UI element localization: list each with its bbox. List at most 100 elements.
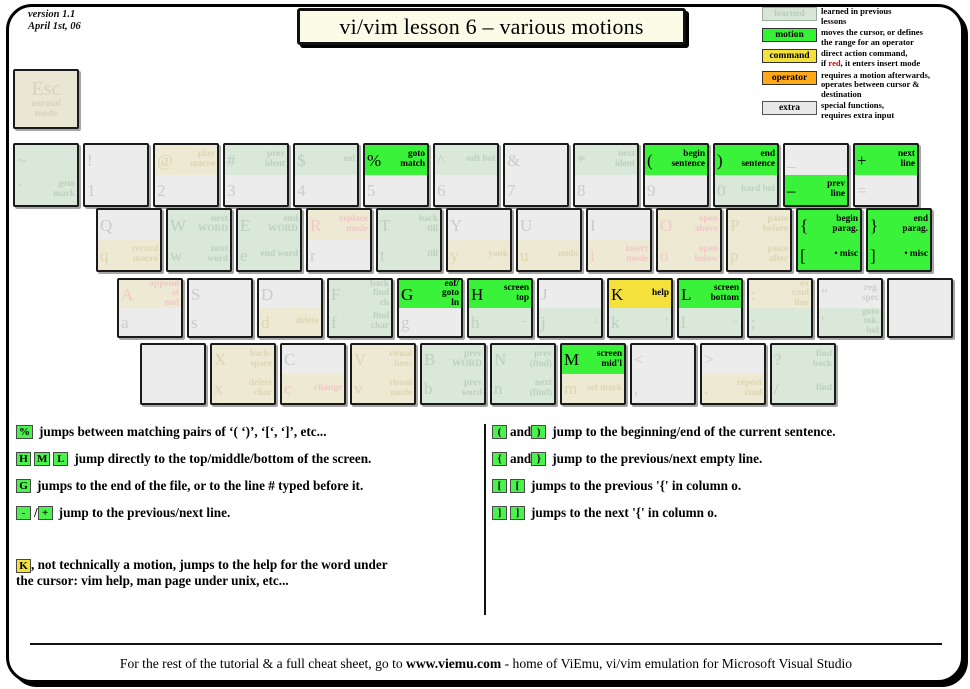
key-gt-upper: >	[702, 345, 764, 374]
key-c-lower: c change	[282, 374, 344, 403]
key-label: find char	[370, 311, 389, 331]
key-t[interactable]: Tback till t till	[376, 208, 442, 272]
key-x[interactable]: Xback-space x delete char	[210, 343, 276, 405]
key-b-lower: b prev word	[422, 374, 484, 403]
key-m[interactable]: Mscreen mid'l m set mark	[560, 343, 626, 405]
explanation-text: jumps between matching pairs of ‘( ‘)’, …	[39, 424, 327, 439]
key-dollar-lower: 4	[295, 175, 357, 205]
key-caret[interactable]: ^ soft bol 6	[433, 143, 499, 207]
key-label: set mark	[587, 382, 622, 393]
key-n[interactable]: Nprev (find) n next (find)	[490, 343, 556, 405]
key-label: end sentence	[741, 149, 775, 169]
key-label: prev line	[827, 179, 845, 199]
key-label: • misc	[834, 249, 858, 260]
key-excl[interactable]: ! 1	[83, 143, 149, 207]
key-percent[interactable]: % goto match 5	[363, 143, 429, 207]
key-dquote[interactable]: " reg. spec ' goto mk. bol	[817, 278, 883, 338]
key-dollar[interactable]: $ eol 4	[293, 143, 359, 207]
key-f[interactable]: Fback find ch f find char	[327, 278, 393, 338]
key-at[interactable]: @ play macro 2	[153, 143, 219, 207]
key-colon[interactable]: : ex cmd line;	[747, 278, 813, 338]
explanation-key-chip: [	[510, 479, 525, 493]
key-gt[interactable]: > . repeat cmd	[700, 343, 766, 405]
key-x-lower: ` goto mark	[15, 175, 77, 205]
key-rparen[interactable]: ) end sentence 0 hard bol	[713, 143, 779, 207]
key-a[interactable]: Aappend at end a	[117, 278, 183, 338]
explanation-text: jump to the beginning/end of the current…	[552, 424, 836, 439]
key-m-upper: Mscreen mid'l	[562, 345, 624, 374]
key-label: paste before	[762, 214, 788, 234]
key-glyph: +	[857, 150, 867, 170]
key-caret-upper: ^ soft bol	[435, 145, 497, 175]
key-rbrace[interactable]: } end parag.] • misc	[866, 208, 932, 272]
key-x-upper: ~	[15, 145, 77, 175]
key-glyph: {	[800, 215, 809, 235]
key-lt[interactable]: <,	[630, 343, 696, 405]
key-label: open above	[694, 214, 718, 234]
key-k[interactable]: Khelp k ↑	[607, 278, 673, 338]
key-lbrace[interactable]: {begin parag. [• misc	[796, 208, 862, 272]
key-star[interactable]: * next ident 8	[573, 143, 639, 207]
key-e-lower: e end word	[238, 240, 300, 270]
key-label: back till	[418, 214, 438, 234]
key-blank[interactable]	[140, 343, 206, 405]
key-glyph: a	[121, 312, 129, 332]
key-label: eof/goto ln	[441, 278, 459, 308]
key-blank[interactable]	[887, 278, 953, 338]
explanation-text: jump to the previous/next line.	[58, 505, 231, 520]
key-l[interactable]: Lscreen bottom l →	[677, 278, 743, 338]
key-glyph: r	[310, 245, 316, 265]
key-blank-lower	[889, 308, 951, 336]
key-glyph: j	[541, 312, 546, 332]
key-p-lower: p paste after	[728, 240, 790, 270]
key-glyph: f	[331, 312, 337, 332]
key-r-lower: r	[308, 240, 370, 270]
key-u[interactable]: Uu undo	[516, 208, 582, 272]
key-d[interactable]: Dd delete	[257, 278, 323, 338]
key-e[interactable]: Eend WORD e end word	[236, 208, 302, 272]
key-i[interactable]: Ii insert mode	[586, 208, 652, 272]
key-c[interactable]: Cc change	[280, 343, 346, 405]
key-p[interactable]: Ppaste before p paste after	[726, 208, 792, 272]
explanation-key-chip: H	[16, 452, 31, 466]
key-glyph: 1	[87, 180, 96, 200]
key-glyph: L	[681, 284, 692, 304]
key-p-upper: Ppaste before	[728, 210, 790, 240]
key-plus-lower: =	[855, 175, 917, 205]
key-lparen-lower: 9	[645, 175, 707, 205]
cheatsheet-page: version 1.1 April 1st, 06 vi/vim lesson …	[0, 0, 970, 689]
key-g[interactable]: Geof/goto ln g	[397, 278, 463, 338]
key-o[interactable]: Oopen above o open below	[656, 208, 722, 272]
key-label: end word	[260, 249, 298, 260]
key-glyph: 6	[437, 180, 446, 200]
key-b[interactable]: Bprev WORD b prev word	[420, 343, 486, 405]
key-k-upper: Khelp	[609, 280, 671, 308]
key-x[interactable]: ~ ` goto mark	[13, 143, 79, 207]
key-glyph: I	[590, 215, 596, 235]
key-w[interactable]: Wnext WORD w next word	[166, 208, 232, 272]
key-s[interactable]: Ss	[187, 278, 253, 338]
key-y[interactable]: Yy yank	[446, 208, 512, 272]
key-amp[interactable]: & 7	[503, 143, 569, 207]
key-r[interactable]: Rreplace mode r	[306, 208, 372, 272]
explanation-connector: and	[510, 424, 532, 439]
key-glyph: q	[100, 245, 109, 265]
key-lparen-upper: (begin sentence	[645, 145, 707, 175]
key-lparen[interactable]: (begin sentence 9	[643, 143, 709, 207]
key-glyph: y	[450, 245, 459, 265]
key-t-lower: t till	[378, 240, 440, 270]
key-v[interactable]: Vvisual lines v visual mode	[350, 343, 416, 405]
key-j[interactable]: Jj ↓	[537, 278, 603, 338]
key-label: end parag.	[902, 214, 928, 234]
key-question[interactable]: ? find back / find	[770, 343, 836, 405]
key-h[interactable]: Hscreen top h ←	[467, 278, 533, 338]
key-hash[interactable]: # prev ident 3	[223, 143, 289, 207]
key-h-lower: h ←	[469, 308, 531, 336]
footer-link[interactable]: www.viemu.com	[406, 656, 501, 671]
key-q[interactable]: Qq record macro	[96, 208, 162, 272]
key-v-lower: v visual mode	[352, 374, 414, 403]
key-plus[interactable]: + next line =	[853, 143, 919, 207]
explanation-key-chip: G	[16, 479, 31, 493]
key-label: find	[815, 382, 832, 393]
key-underscore[interactable]: _ – prev line	[783, 143, 849, 207]
